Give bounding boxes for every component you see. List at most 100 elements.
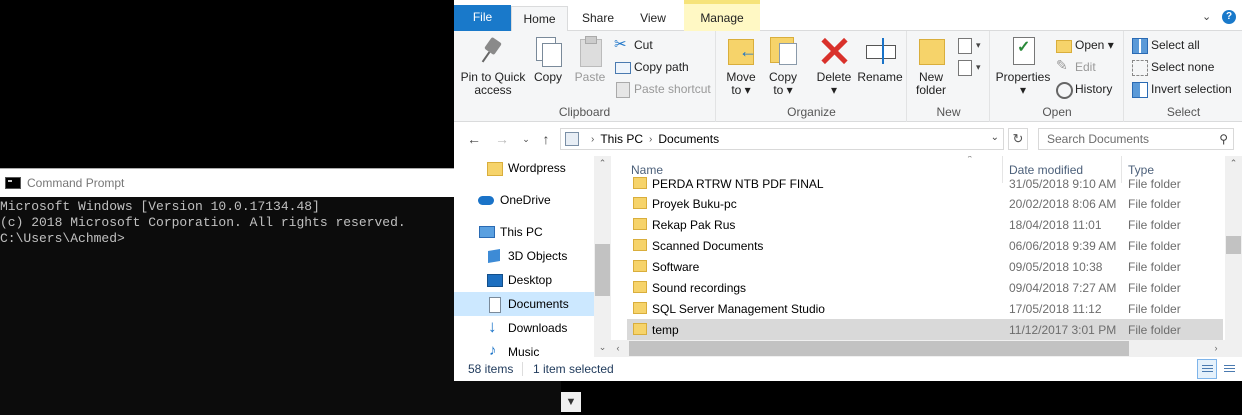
- table-row[interactable]: PERDA RTRW NTB PDF FINAL 31/05/2018 9:10…: [627, 173, 1223, 194]
- cmd-scroll-down-arrow-icon[interactable]: ▼: [561, 392, 581, 412]
- music-icon: [486, 342, 502, 357]
- file-name: temp: [652, 323, 679, 337]
- scroll-up-arrow-icon[interactable]: ⌃: [1225, 158, 1242, 172]
- sidebar-item-music[interactable]: Music: [454, 340, 594, 357]
- delete-button[interactable]: Delete ▾: [813, 35, 855, 97]
- collapse-ribbon-icon[interactable]: ⌄: [1202, 10, 1211, 23]
- large-icons-view-icon[interactable]: [1219, 359, 1239, 379]
- group-label-new: New: [936, 105, 961, 119]
- edit-button[interactable]: Edit: [1055, 57, 1096, 77]
- status-bar: 58 items 1 item selected: [454, 357, 1242, 381]
- pin-to-quick-access-button[interactable]: Pin to Quick access: [460, 35, 526, 97]
- table-row[interactable]: Rekap Pak Rus 18/04/2018 11:01 File fold…: [627, 214, 1223, 235]
- new-folder-button[interactable]: New folder: [910, 35, 952, 97]
- search-input[interactable]: Search Documents ⚲: [1038, 128, 1234, 150]
- back-arrow-icon[interactable]: ←: [466, 131, 482, 147]
- file-date: 11/12/2017 3:01 PM: [1009, 323, 1117, 337]
- open-icon: [1055, 37, 1072, 53]
- table-row-selected[interactable]: temp 11/12/2017 3:01 PM File folder: [627, 319, 1223, 340]
- group-select: Select all Select none Invert selection …: [1125, 31, 1242, 122]
- move-label-2: to ▾: [731, 83, 751, 97]
- paste-shortcut-icon: [614, 81, 630, 98]
- table-row[interactable]: Sound recordings 09/04/2018 7:27 AM File…: [627, 277, 1223, 298]
- file-name: Proyek Buku-pc: [652, 197, 737, 211]
- cmd-titlebar[interactable]: Command Prompt: [0, 168, 454, 197]
- navigation-bar: ← → ⌄ ↑ › This PC › Documents ⌄ ↻ Search…: [454, 122, 1242, 156]
- tab-share[interactable]: Share: [572, 6, 624, 31]
- tab-file[interactable]: File: [454, 5, 511, 31]
- sidebar-item-documents[interactable]: Documents: [454, 292, 594, 316]
- select-all-label: Select all: [1151, 38, 1200, 52]
- tab-manage[interactable]: Manage: [684, 0, 760, 31]
- sidebar-item-onedrive[interactable]: OneDrive: [454, 188, 594, 212]
- tab-view[interactable]: View: [630, 6, 676, 31]
- table-row[interactable]: Proyek Buku-pc 20/02/2018 8:06 AM File f…: [627, 193, 1223, 214]
- scrollbar-thumb[interactable]: [629, 341, 1129, 356]
- breadcrumb-chevron-icon[interactable]: ›: [649, 134, 652, 145]
- tab-home[interactable]: Home: [511, 6, 568, 32]
- up-arrow-icon[interactable]: ↑: [538, 131, 554, 147]
- scroll-left-arrow-icon[interactable]: ‹: [611, 340, 625, 357]
- sidebar-item-desktop[interactable]: Desktop: [454, 268, 594, 292]
- cmd-title: Command Prompt: [27, 176, 125, 190]
- easy-access-button[interactable]: ▾: [956, 57, 981, 77]
- table-row[interactable]: Software 09/05/2018 10:38 File folder: [627, 256, 1223, 277]
- table-row[interactable]: SQL Server Management Studio 17/05/2018 …: [627, 298, 1223, 319]
- sidebar-item-label: OneDrive: [500, 193, 551, 207]
- cut-button[interactable]: Cut: [614, 35, 653, 55]
- file-name: Rekap Pak Rus: [652, 218, 736, 232]
- scrollbar-thumb[interactable]: [1226, 236, 1241, 254]
- details-view-icon[interactable]: [1197, 359, 1217, 379]
- folder-icon: [633, 218, 647, 230]
- copy-path-button[interactable]: Copy path: [614, 57, 689, 77]
- breadcrumb-chevron-icon[interactable]: ›: [591, 134, 594, 145]
- new-item-icon: [956, 37, 972, 54]
- address-bar[interactable]: › This PC › Documents ⌄: [560, 128, 1004, 150]
- navigation-pane-scrollbar[interactable]: ⌃ ⌄: [594, 156, 611, 357]
- properties-button[interactable]: Properties ▾: [995, 35, 1051, 97]
- scroll-right-arrow-icon[interactable]: ›: [1209, 340, 1223, 357]
- table-row[interactable]: Scanned Documents 06/06/2018 9:39 AM Fil…: [627, 235, 1223, 256]
- recent-locations-chevron-icon[interactable]: ⌄: [518, 131, 534, 147]
- copy-label: Copy: [533, 70, 562, 84]
- breadcrumb-this-pc[interactable]: This PC: [600, 132, 643, 146]
- sidebar-item-this-pc[interactable]: This PC: [454, 220, 594, 244]
- file-list-vertical-scrollbar[interactable]: ⌃: [1225, 156, 1242, 357]
- open-button[interactable]: Open ▾: [1055, 35, 1114, 55]
- rename-button[interactable]: Rename: [857, 35, 903, 84]
- invert-selection-button[interactable]: Invert selection: [1131, 79, 1232, 99]
- status-divider: [522, 362, 523, 376]
- move-to-button[interactable]: Move to ▾: [721, 35, 761, 97]
- file-list-horizontal-scrollbar[interactable]: ‹ ›: [611, 340, 1225, 357]
- refresh-icon[interactable]: ↻: [1008, 128, 1028, 150]
- file-name: Sound recordings: [652, 281, 747, 295]
- pin-label-2: access: [474, 83, 512, 97]
- this-pc-icon: [565, 132, 579, 146]
- scroll-up-arrow-icon[interactable]: ⌃: [594, 158, 611, 172]
- copy-button[interactable]: Copy: [528, 35, 568, 84]
- easy-access-icon: [956, 59, 972, 76]
- paste-button[interactable]: Paste: [570, 35, 610, 84]
- copy-to-button[interactable]: Copy to ▾: [763, 35, 803, 97]
- scroll-down-arrow-icon[interactable]: ⌄: [594, 342, 611, 356]
- file-explorer-window: File Home Share View Manage ⌄ ? Pin to Q…: [454, 0, 1242, 381]
- file-type: File folder: [1128, 323, 1181, 337]
- paste-icon: [574, 35, 606, 67]
- paste-shortcut-button[interactable]: Paste shortcut: [614, 79, 711, 99]
- sidebar-item-downloads[interactable]: Downloads: [454, 316, 594, 340]
- select-none-button[interactable]: Select none: [1131, 57, 1214, 77]
- select-all-button[interactable]: Select all: [1131, 35, 1200, 55]
- address-dropdown-icon[interactable]: ⌄: [991, 132, 999, 143]
- file-date: 09/04/2018 7:27 AM: [1009, 281, 1117, 295]
- history-button[interactable]: History: [1055, 79, 1112, 99]
- new-item-button[interactable]: ▾: [956, 35, 981, 55]
- sidebar-item-wordpress[interactable]: Wordpress: [454, 156, 594, 180]
- scrollbar-thumb[interactable]: [595, 244, 610, 296]
- sidebar-item-label: This PC: [500, 225, 543, 239]
- breadcrumb-documents[interactable]: Documents: [658, 132, 719, 146]
- group-label-organize: Organize: [787, 105, 836, 119]
- sidebar-item-label: Wordpress: [508, 161, 566, 175]
- forward-arrow-icon[interactable]: →: [494, 131, 510, 147]
- help-icon[interactable]: ?: [1222, 10, 1236, 24]
- sidebar-item-3d-objects[interactable]: 3D Objects: [454, 244, 594, 268]
